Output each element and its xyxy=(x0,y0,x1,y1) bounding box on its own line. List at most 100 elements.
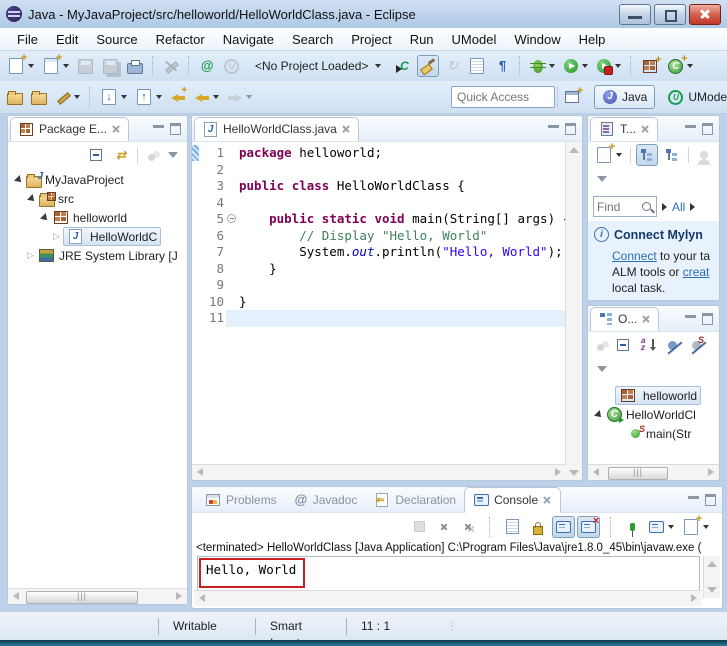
minimize-view-icon[interactable] xyxy=(153,125,164,128)
close-task-list-icon[interactable] xyxy=(640,124,650,134)
menu-item-run[interactable]: Run xyxy=(401,30,443,49)
minimize-outline-icon[interactable] xyxy=(685,315,696,318)
umodel-project-selector[interactable]: <No Project Loaded> xyxy=(249,57,387,75)
new-task-button[interactable] xyxy=(592,144,625,166)
menu-item-search[interactable]: Search xyxy=(283,30,342,49)
restore-button[interactable] xyxy=(654,4,686,25)
expander-open-icon[interactable] xyxy=(594,410,604,420)
next-annotation-dropdown-icon[interactable] xyxy=(121,95,127,99)
outline-item-helloworldcl[interactable]: HelloWorldCl xyxy=(588,405,719,424)
menu-item-refactor[interactable]: Refactor xyxy=(147,30,214,49)
back-button[interactable] xyxy=(191,86,222,108)
outline-item-helloworld[interactable]: helloworld xyxy=(588,386,719,405)
mylyn-link[interactable]: Connect xyxy=(612,249,657,263)
menu-item-umodel[interactable]: UModel xyxy=(443,30,506,49)
last-edit-location-button[interactable]: + xyxy=(167,86,189,108)
code-line-11[interactable]: 11 xyxy=(200,310,565,327)
umodel-refresh-button[interactable] xyxy=(196,55,218,77)
code-area[interactable]: 1package helloworld;23public class Hello… xyxy=(192,142,565,481)
toggle-mark-occurrences-button[interactable] xyxy=(52,86,83,108)
code-line-3[interactable]: 3public class HelloWorldClass { xyxy=(200,178,565,195)
open-resource-button[interactable] xyxy=(28,86,50,108)
new-class-button[interactable] xyxy=(664,55,696,78)
menu-item-window[interactable]: Window xyxy=(505,30,569,49)
expander-open-icon[interactable] xyxy=(27,194,37,204)
remove-all-terminated-button[interactable] xyxy=(457,516,479,538)
package-explorer-item-helloworldc[interactable]: ▷HelloWorldC xyxy=(8,227,187,246)
quick-access-input[interactable] xyxy=(451,86,555,108)
tab-package-explorer[interactable]: Package E... xyxy=(10,117,129,141)
display-selected-console-button[interactable] xyxy=(645,516,677,538)
expander-open-icon[interactable] xyxy=(40,213,50,223)
categorized-view-button[interactable] xyxy=(636,144,658,166)
code-line-8[interactable]: 8 } xyxy=(200,261,565,278)
open-console-button[interactable] xyxy=(679,516,712,538)
outline-view-menu-button[interactable] xyxy=(592,358,612,380)
previous-annotation-dropdown-icon[interactable] xyxy=(156,95,162,99)
new-package-button[interactable] xyxy=(638,55,662,78)
menu-item-help[interactable]: Help xyxy=(570,30,615,49)
tab-outline[interactable]: O... xyxy=(590,307,659,331)
toggle-mark-occurrences-dropdown-icon[interactable] xyxy=(74,95,80,99)
code-line-7[interactable]: 7 System.out.println("Hello, World"); xyxy=(200,244,565,261)
run-external-tools-dropdown-icon[interactable] xyxy=(615,64,621,68)
open-perspective-button[interactable] xyxy=(560,85,584,109)
close-console-tab-icon[interactable] xyxy=(542,495,552,505)
outline-item-main-str[interactable]: main(Str xyxy=(588,424,719,443)
mark-occurrences-button[interactable] xyxy=(160,55,182,77)
mylyn-link[interactable]: creat xyxy=(683,265,710,279)
title-bar[interactable]: Java - MyJavaProject/src/helloworld/Hell… xyxy=(0,0,727,28)
highlight-button[interactable] xyxy=(417,55,439,77)
perspective-button-java[interactable]: Java xyxy=(594,85,655,109)
package-explorer-item-src[interactable]: src xyxy=(8,189,187,208)
minimize-button[interactable] xyxy=(619,4,651,25)
console-tab-javadoc[interactable]: Javadoc xyxy=(285,488,366,512)
terminate-button[interactable] xyxy=(408,515,431,538)
menu-item-project[interactable]: Project xyxy=(342,30,400,49)
maximize-editor-icon[interactable] xyxy=(565,123,576,135)
sort-button[interactable] xyxy=(637,334,659,356)
maximize-task-list-icon[interactable] xyxy=(702,123,713,135)
forward-button[interactable] xyxy=(224,86,255,108)
show-whitespace-button[interactable] xyxy=(491,55,513,77)
menu-item-source[interactable]: Source xyxy=(87,30,146,49)
package-explorer-item-jre-system-library-j[interactable]: ▷JRE System Library [J xyxy=(8,246,187,265)
minimize-editor-icon[interactable] xyxy=(548,125,559,128)
fold-collapse-icon[interactable] xyxy=(227,214,236,223)
link-with-editor-button[interactable] xyxy=(110,144,132,166)
close-tab-icon[interactable] xyxy=(111,124,121,134)
task-list-view-menu-button[interactable] xyxy=(592,168,612,190)
expander-open-icon[interactable] xyxy=(14,175,24,185)
task-find-input[interactable] xyxy=(594,200,640,214)
menu-item-edit[interactable]: Edit xyxy=(47,30,87,49)
code-line-6[interactable]: 6 // Display "Hello, World" xyxy=(200,228,565,245)
show-on-stdout-button[interactable] xyxy=(552,516,575,538)
code-line-4[interactable]: 4 xyxy=(200,195,565,212)
maximize-view-icon[interactable] xyxy=(170,123,181,135)
task-find-box[interactable] xyxy=(593,196,657,217)
console-tab-console[interactable]: Console xyxy=(464,487,561,513)
sync-model-button[interactable] xyxy=(441,55,463,77)
hide-static-members-button[interactable] xyxy=(686,335,707,356)
clear-console-button[interactable] xyxy=(501,515,524,538)
expand-filter2-icon[interactable] xyxy=(690,203,695,211)
expander-closed-icon[interactable]: ▷ xyxy=(27,250,35,261)
show-on-stderr-button[interactable] xyxy=(577,516,600,538)
package-explorer-item-helloworld[interactable]: helloworld xyxy=(8,208,187,227)
save-button[interactable] xyxy=(74,55,97,78)
perspective-button-umodel[interactable]: UModel xyxy=(659,85,727,110)
new-class-dropdown-icon[interactable] xyxy=(687,64,693,68)
package-explorer-item-myjavaproject[interactable]: MyJavaProject xyxy=(8,170,187,189)
console-hscrollbar[interactable] xyxy=(194,590,702,606)
run-dropdown-icon[interactable] xyxy=(582,64,588,68)
outline-collapse-all-button[interactable] xyxy=(612,334,634,356)
remove-launch-button[interactable] xyxy=(433,516,455,538)
outline-focus-button[interactable] xyxy=(592,337,609,354)
pin-console-button[interactable] xyxy=(622,518,643,536)
open-type-button[interactable] xyxy=(4,86,26,108)
close-button[interactable] xyxy=(689,4,721,25)
minimize-task-list-icon[interactable] xyxy=(685,125,696,128)
hide-fields-button[interactable] xyxy=(662,335,683,356)
code-line-10[interactable]: 10} xyxy=(200,294,565,311)
debug-button[interactable] xyxy=(527,56,558,77)
